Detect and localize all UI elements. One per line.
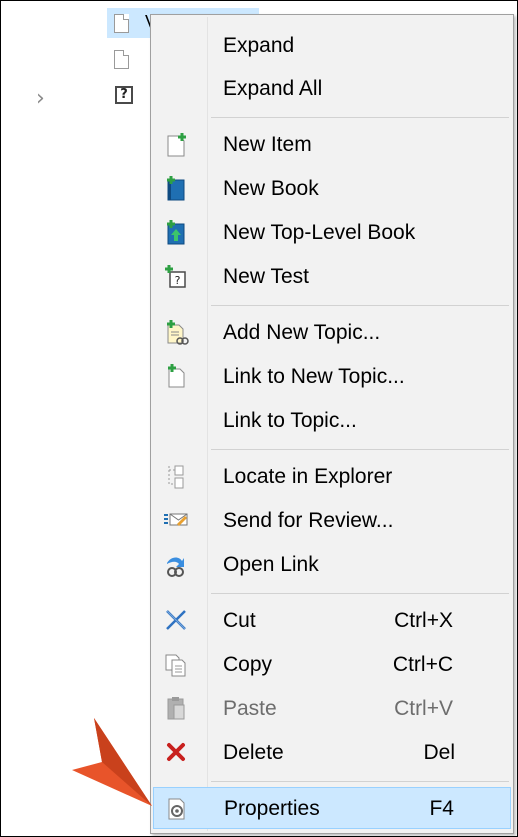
menu-item-copy[interactable]: Copy Ctrl+C — [153, 644, 511, 686]
context-menu: Expand Expand All New Item New Book New … — [150, 14, 514, 834]
menu-item-paste[interactable]: Paste Ctrl+V — [153, 688, 511, 730]
menu-item-add-new-topic[interactable]: Add New Topic... — [153, 312, 511, 354]
menu-item-label: Link to New Topic... — [223, 365, 405, 388]
menu-item-label: Locate in Explorer — [223, 465, 393, 488]
menu-item-shortcut: Ctrl+C — [392, 653, 453, 676]
menu-item-label: Expand All — [223, 77, 323, 100]
new-book-icon — [167, 176, 185, 201]
menu-item-cut[interactable]: Cut Ctrl+X — [153, 600, 511, 642]
menu-item-label: Open Link — [223, 553, 319, 576]
menu-item-locate-in-explorer[interactable]: Locate in Explorer — [153, 456, 511, 498]
menu-item-shortcut: Ctrl+X — [394, 609, 453, 632]
menu-item-label: Delete — [223, 741, 284, 764]
menu-item-shortcut: Del — [423, 741, 455, 764]
menu-item-label: New Book — [223, 177, 319, 200]
menu-item-label: Cut — [223, 609, 256, 632]
callout-arrow-icon — [72, 718, 152, 806]
menu-item-expand[interactable]: Expand — [153, 25, 511, 67]
menu-item-new-top-level-book[interactable]: New Top-Level Book — [153, 212, 511, 254]
menu-item-delete[interactable]: Delete Del — [153, 732, 511, 774]
menu-item-link-to-new-topic[interactable]: Link to New Topic... — [153, 356, 511, 398]
menu-item-label: Expand — [223, 34, 295, 57]
menu-item-label: Paste — [223, 697, 277, 720]
send-review-icon — [164, 513, 188, 526]
menu-item-shortcut: Ctrl+V — [394, 697, 453, 720]
menu-item-label: Copy — [223, 653, 273, 676]
menu-item-expand-all[interactable]: Expand All — [153, 68, 511, 110]
menu-separator — [211, 117, 509, 118]
menu-item-label: Send for Review... — [223, 509, 394, 532]
menu-item-label: Link to Topic... — [223, 409, 357, 432]
open-link-icon — [167, 557, 184, 577]
menu-separator — [211, 781, 509, 782]
add-new-topic-icon — [167, 320, 189, 345]
menu-item-label: New Test — [223, 265, 309, 288]
menu-item-shortcut: F4 — [429, 797, 454, 820]
topic-page-icon — [114, 14, 129, 33]
menu-separator — [211, 305, 509, 306]
menu-separator — [211, 449, 509, 450]
menu-separator — [211, 593, 509, 594]
menu-item-send-for-review[interactable]: Send for Review... — [153, 500, 511, 542]
menu-item-open-link[interactable]: Open Link — [153, 544, 511, 586]
link-new-topic-icon — [168, 364, 185, 388]
copy-icon — [165, 654, 186, 677]
new-test-icon: ? — [165, 265, 186, 288]
menu-item-label: Add New Topic... — [223, 321, 381, 344]
menu-item-properties[interactable]: Properties F4 — [153, 787, 511, 829]
svg-text:?: ? — [175, 274, 181, 287]
menu-item-link-to-topic[interactable]: Link to Topic... — [153, 400, 511, 442]
new-item-icon — [167, 133, 186, 157]
menu-item-label: New Top-Level Book — [223, 221, 416, 244]
menu-item-label: Properties — [224, 797, 320, 820]
chevron-right-icon[interactable]: › — [36, 86, 45, 111]
test-icon: ? — [115, 86, 133, 104]
locate-explorer-icon — [168, 465, 184, 489]
topic-page-icon — [114, 50, 129, 69]
new-top-level-book-icon — [167, 220, 185, 245]
cut-icon — [166, 610, 186, 630]
menu-item-new-book[interactable]: New Book — [153, 168, 511, 210]
menu-item-label: New Item — [223, 133, 312, 156]
menu-item-new-test[interactable]: ? New Test — [153, 256, 511, 298]
menu-item-new-item[interactable]: New Item — [153, 124, 511, 166]
